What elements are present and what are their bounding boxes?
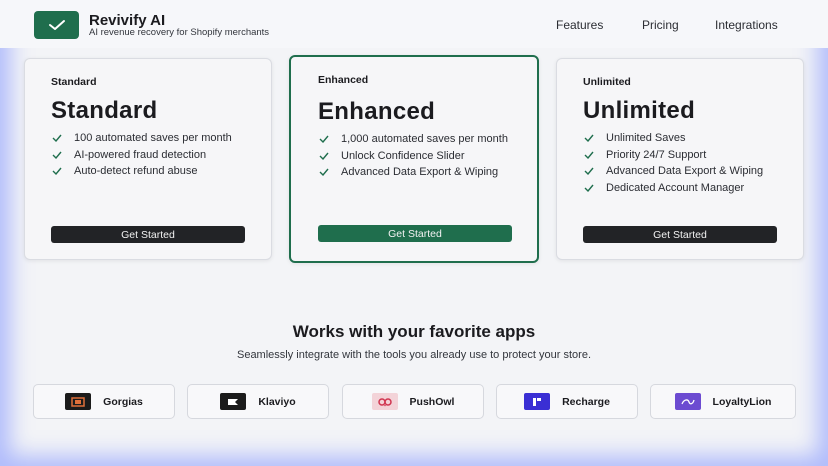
plan-feature: Unlock Confidence Slider — [318, 149, 518, 163]
integration-name: LoyaltyLion — [712, 395, 772, 408]
plan-card-unlimited: Unlimited Unlimited Unlimited Saves Prio… — [556, 58, 804, 260]
get-started-button-unlimited[interactable]: Get Started — [583, 226, 777, 243]
loyaltylion-logo-icon — [674, 393, 701, 410]
check-icon — [319, 152, 329, 160]
get-started-button-enhanced[interactable]: Get Started — [318, 225, 512, 242]
integration-name: Recharge — [562, 395, 610, 408]
integration-chip-loyaltylion[interactable]: LoyaltyLion — [650, 384, 796, 419]
check-icon — [584, 167, 594, 175]
plan-feature: Advanced Data Export & Wiping — [583, 165, 783, 178]
plan-feature: 1,000 automated saves per month — [318, 133, 518, 146]
brand-tagline: AI revenue recovery for Shopify merchant… — [89, 27, 270, 38]
plan-feature: Unlimited Saves — [583, 132, 783, 145]
klaviyo-logo-icon — [220, 393, 247, 410]
gorgias-logo-icon — [65, 393, 92, 410]
plan-feature-text: Dedicated Account Manager — [606, 181, 745, 194]
check-icon — [52, 151, 62, 159]
plan-feature: AI-powered fraud detection — [51, 148, 251, 162]
plan-title: Enhanced — [318, 98, 436, 125]
plan-feature: Advanced Data Export & Wiping — [318, 166, 518, 179]
check-icon — [584, 151, 594, 159]
check-icon — [319, 168, 329, 176]
plan-feature-text: 100 automated saves per month — [74, 132, 232, 144]
site-header: Revivify AI AI revenue recovery for Shop… — [0, 0, 828, 48]
plan-title: Unlimited — [583, 97, 696, 124]
integration-name: PushOwl — [409, 395, 455, 408]
integrations-subtitle: Seamlessly integrate with the tools you … — [236, 349, 591, 361]
plan-feature-text: Advanced Data Export & Wiping — [341, 166, 499, 178]
recharge-logo-icon — [524, 393, 551, 410]
plan-feature: Dedicated Account Manager — [583, 181, 783, 195]
check-icon — [52, 167, 62, 175]
plan-title: Standard — [51, 97, 158, 124]
plan-feature-text: AI-powered fraud detection — [74, 148, 207, 161]
plan-tier-label: Enhanced — [318, 74, 369, 86]
plan-feature-text: Priority 24/7 Support — [606, 148, 707, 161]
plan-feature: Auto-detect refund abuse — [51, 165, 251, 178]
integrations-title: Works with your favorite apps — [292, 322, 536, 341]
check-icon — [319, 135, 329, 143]
integration-chip-gorgias[interactable]: Gorgias — [33, 384, 175, 419]
plan-card-enhanced: Enhanced Enhanced 1,000 automated saves … — [289, 55, 539, 263]
brand-logo[interactable] — [34, 11, 79, 39]
plan-feature-list: Unlimited Saves Priority 24/7 Support Ad… — [583, 132, 783, 199]
plan-feature-text: 1,000 automated saves per month — [341, 133, 508, 145]
plan-feature: 100 automated saves per month — [51, 132, 251, 145]
plan-feature-text: Unlimited Saves — [606, 132, 686, 144]
plan-feature-list: 1,000 automated saves per month Unlock C… — [318, 133, 518, 184]
plan-feature-text: Unlock Confidence Slider — [341, 149, 465, 162]
checkmark-icon — [48, 20, 65, 30]
plan-feature-text: Advanced Data Export & Wiping — [606, 165, 764, 177]
pushowl-logo-icon — [371, 393, 398, 410]
plan-tier-label: Unlimited — [583, 76, 631, 88]
check-icon — [584, 184, 594, 192]
plan-feature-list: 100 automated saves per month AI-powered… — [51, 132, 251, 183]
integration-chip-recharge[interactable]: Recharge — [496, 384, 638, 419]
get-started-button-standard[interactable]: Get Started — [51, 226, 245, 243]
plan-feature: Priority 24/7 Support — [583, 148, 783, 162]
integration-chip-pushowl[interactable]: PushOwl — [342, 384, 484, 419]
plan-card-standard: Standard Standard 100 automated saves pe… — [24, 58, 272, 260]
nav-link-pricing[interactable]: Pricing — [642, 18, 679, 32]
nav-link-features[interactable]: Features — [556, 18, 603, 32]
integration-name: Klaviyo — [258, 395, 296, 408]
integration-chip-klaviyo[interactable]: Klaviyo — [187, 384, 329, 419]
check-icon — [52, 134, 62, 142]
page-frame: Revivify AI AI revenue recovery for Shop… — [0, 0, 828, 466]
plan-feature-text: Auto-detect refund abuse — [74, 165, 198, 177]
check-icon — [584, 134, 594, 142]
integration-name: Gorgias — [103, 395, 143, 408]
plan-tier-label: Standard — [51, 76, 97, 88]
nav-link-integrations[interactable]: Integrations — [715, 18, 778, 32]
